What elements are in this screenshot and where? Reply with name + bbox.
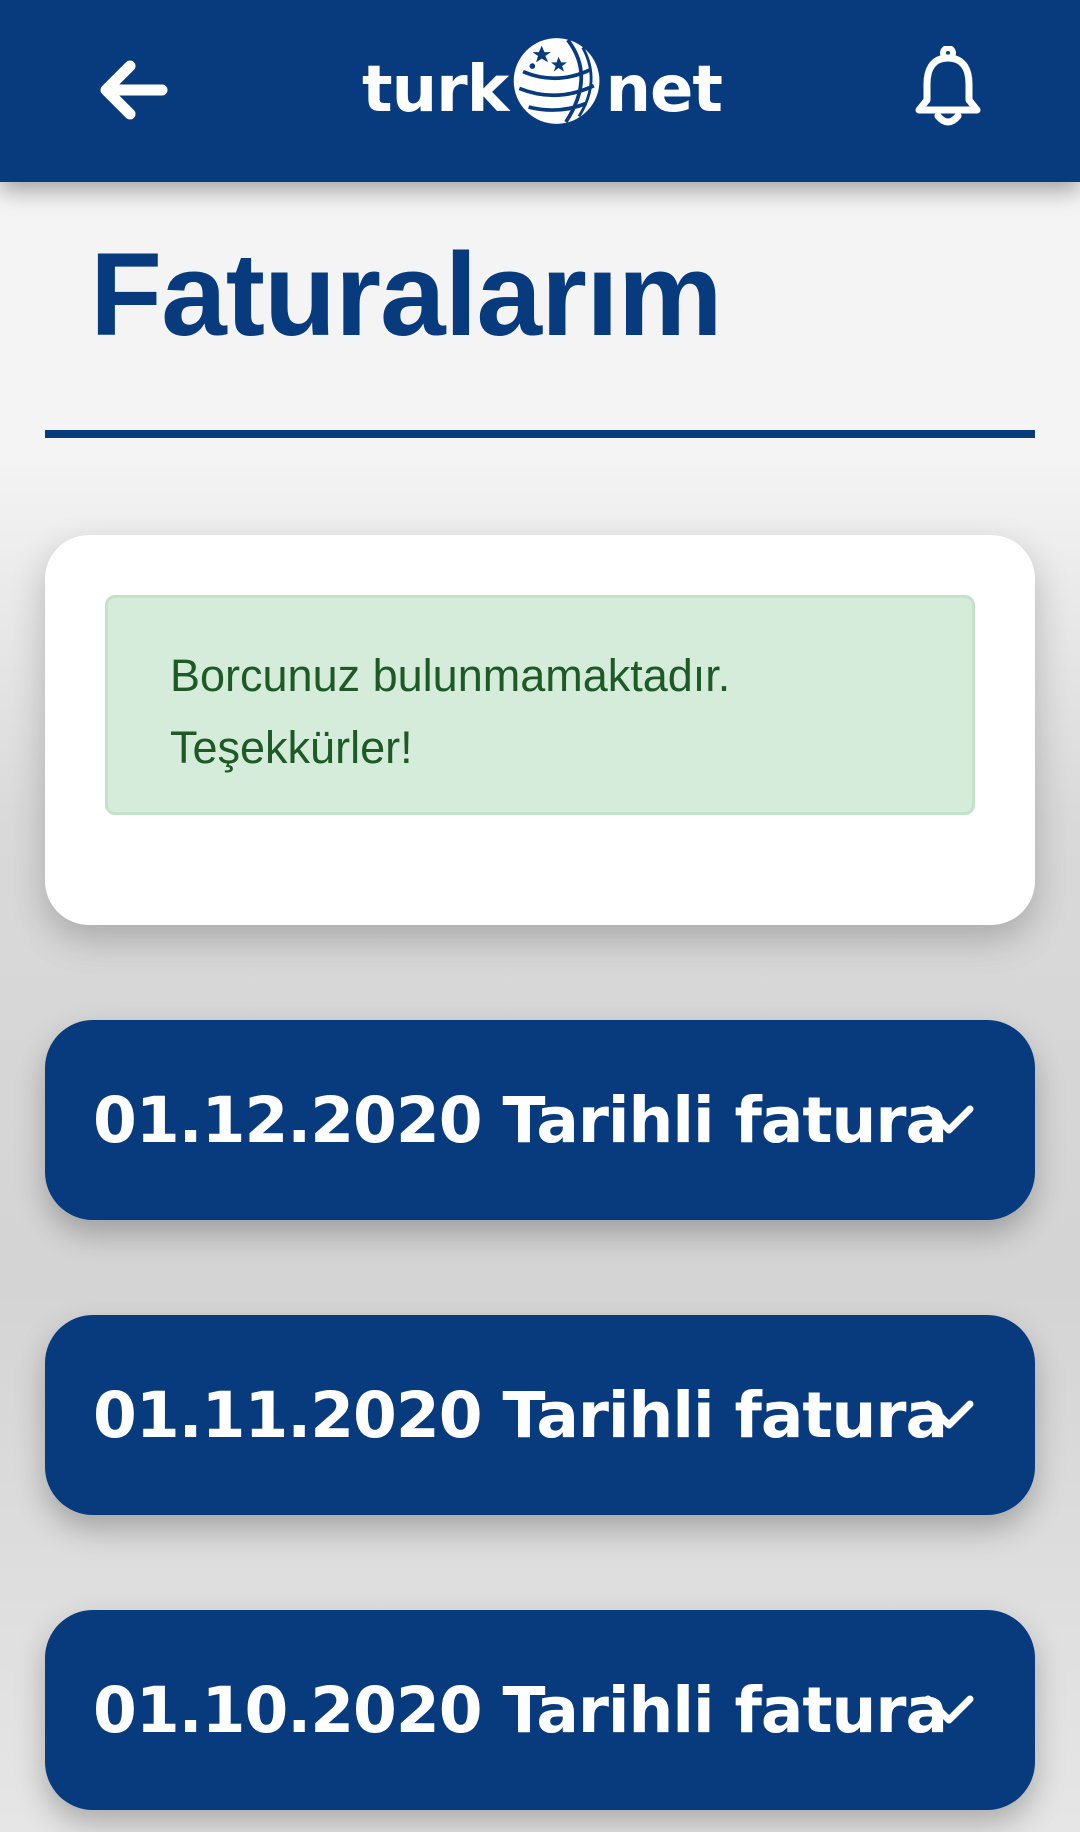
turknet-logo: turk net <box>362 26 723 136</box>
bell-icon <box>915 46 981 126</box>
globe-logo-icon <box>514 38 600 124</box>
app-screen: turk net Faturalarım Borcunuz bulunmamak… <box>0 0 1080 1832</box>
invoice-accordion-item[interactable]: 01.11.2020 Tarihli fatura <box>45 1315 1035 1515</box>
alert-message-line-1: Borcunuz bulunmamaktadır. <box>170 650 731 701</box>
top-app-bar: turk net <box>0 0 1080 182</box>
chevron-down-icon <box>921 1682 977 1738</box>
page-title: Faturalarım <box>90 229 723 361</box>
logo-word-left: turk <box>362 53 509 127</box>
invoice-accordion-item[interactable]: 01.10.2020 Tarihli fatura <box>45 1610 1035 1810</box>
arrow-left-icon <box>100 60 168 120</box>
logo-word-right: net <box>605 53 723 127</box>
title-divider <box>45 430 1035 438</box>
success-alert: Borcunuz bulunmamaktadır. Teşekkürler! <box>105 595 975 815</box>
notifications-button[interactable] <box>898 36 998 136</box>
chevron-down-icon <box>921 1092 977 1148</box>
chevron-down-icon <box>921 1387 977 1443</box>
invoice-label: 01.11.2020 Tarihli fatura <box>93 1378 948 1452</box>
invoice-label: 01.10.2020 Tarihli fatura <box>93 1673 948 1747</box>
alert-message-line-2: Teşekkürler! <box>170 722 413 773</box>
invoice-label: 01.12.2020 Tarihli fatura <box>93 1083 948 1157</box>
balance-status-card: Borcunuz bulunmamaktadır. Teşekkürler! <box>45 535 1035 925</box>
back-button[interactable] <box>82 40 182 140</box>
invoice-accordion-item[interactable]: 01.12.2020 Tarihli fatura <box>45 1020 1035 1220</box>
